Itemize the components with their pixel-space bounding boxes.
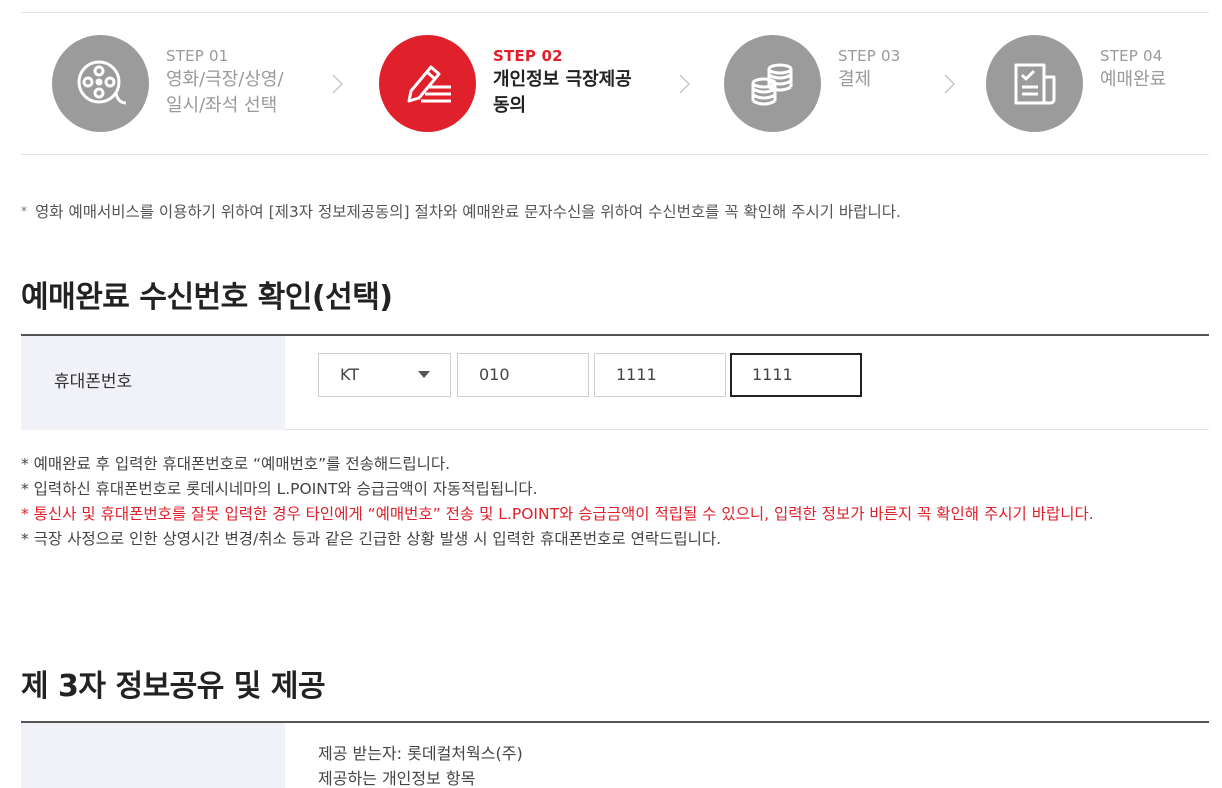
note-item: * 예매완료 후 입력한 휴대폰번호로 “예매번호”를 전송해드립니다. [21,455,451,473]
carrier-select[interactable]: KT [318,353,451,397]
recipient-line: 제공 받는자: 롯데컬처웍스(주) [318,744,523,763]
step-1-label-line1: 영화/극장/상영/ [166,69,284,90]
note-item-warning: * 통신사 및 휴대폰번호를 잘못 입력한 경우 타인에게 “예매번호” 전송 … [21,505,1094,523]
phone-part3-input[interactable]: 1111 [730,353,862,397]
pen-write-icon [407,65,451,102]
film-reel-icon [77,60,126,104]
step-3-circle [724,35,821,132]
third-party-table: 제공 받는자: 롯데컬처웍스(주) 제공하는 개인정보 항목 [21,721,1209,788]
dropdown-arrow-icon [418,371,430,378]
step-1-label-line2: 일시/좌석 선택 [166,95,278,116]
step-4-number: STEP 04 [1100,47,1163,65]
notice-message: 영화 예매서비스를 이용하기 위하여 [제3자 정보제공동의] 절차와 예매완료… [35,203,901,221]
carrier-value: KT [340,365,360,384]
chevron-right-icon [332,74,344,94]
step-1-circle [52,35,149,132]
step-2-label-line1: 개인정보 극장제공 [493,69,632,90]
step-progress-bar: STEP 01 영화/극장/상영/ 일시/좌석 선택 STEP 02 개인정보 … [21,12,1209,155]
chevron-right-icon [679,74,691,94]
chevron-right-icon [944,74,956,94]
notice-star: * [21,204,27,218]
note-item: * 극장 사정으로 인한 상영시간 변경/취소 등과 같은 긴급한 상황 발생 … [21,530,722,548]
step-2-label-line2: 동의 [493,95,527,116]
step-2-circle [379,35,476,132]
coins-icon [751,63,792,105]
step-3-number: STEP 03 [838,47,901,65]
third-party-content: 제공 받는자: 롯데컬처웍스(주) 제공하는 개인정보 항목 [318,741,523,788]
phone-form-row: 휴대폰번호 KT 010 1111 1111 [21,334,1209,430]
phone-section-title: 예매완료 수신번호 확인(선택) [21,280,393,315]
phone-part1-input[interactable]: 010 [457,353,589,397]
phone-part2-input[interactable]: 1111 [594,353,726,397]
phone-notes: * 예매완료 후 입력한 휴대폰번호로 “예매번호”를 전송해드립니다. * 입… [21,452,1209,552]
step-3-label-line1: 결제 [838,69,872,90]
step-1-number: STEP 01 [166,47,229,65]
receipt-check-icon [1014,63,1055,104]
third-party-section-title: 제 3자 정보공유 및 제공 [21,669,326,704]
third-party-header-cell [21,723,285,788]
notice-text: * 영화 예매서비스를 이용하기 위하여 [제3자 정보제공동의] 절차와 예매완… [21,200,901,222]
step-4-label-line1: 예매완료 [1100,69,1167,90]
phone-label: 휴대폰번호 [21,336,285,430]
note-item: * 입력하신 휴대폰번호로 롯데시네마의 L.POINT와 승급금액이 자동적립… [21,480,538,498]
step-2-number: STEP 02 [493,47,563,65]
step-4-circle [986,35,1083,132]
info-items-line: 제공하는 개인정보 항목 [318,769,476,788]
